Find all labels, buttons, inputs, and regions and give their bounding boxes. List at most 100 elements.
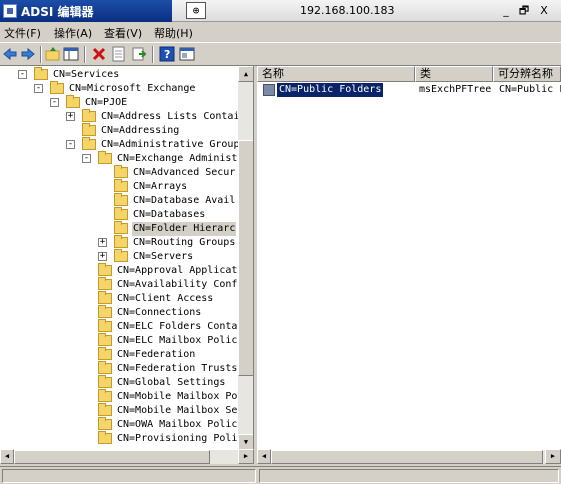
tree-horizontal-scrollbar[interactable]: ◀ ▶ xyxy=(0,449,254,464)
tree-item[interactable]: CN=Federation xyxy=(0,347,238,362)
expand-icon[interactable]: + xyxy=(98,238,107,247)
tree-item-label: CN=Arrays xyxy=(133,181,188,192)
list-horizontal-scrollbar[interactable]: ◀ ▶ xyxy=(257,449,561,464)
show-tree-icon[interactable] xyxy=(63,46,79,62)
tree-item[interactable]: CN=Global Settings xyxy=(0,375,238,390)
tree-item[interactable]: CN=Federation Trusts xyxy=(0,361,238,376)
expand-icon[interactable]: + xyxy=(66,112,75,121)
up-folder-icon[interactable] xyxy=(45,46,61,62)
folder-icon xyxy=(82,137,96,150)
delete-icon[interactable] xyxy=(91,46,107,62)
status-cell xyxy=(259,469,559,483)
remote-host-address: 192.168.100.183 xyxy=(300,4,395,17)
minimize-button[interactable]: _ xyxy=(497,3,515,18)
close-button[interactable]: X xyxy=(535,3,553,18)
column-header-dn[interactable]: 可分辨名称 xyxy=(493,66,561,82)
scroll-thumb[interactable] xyxy=(238,140,253,376)
tree-item[interactable]: CN=ELC Folders Containe xyxy=(0,319,253,334)
collapse-icon[interactable]: - xyxy=(18,70,27,79)
collapse-icon[interactable]: - xyxy=(50,98,59,107)
folder-icon xyxy=(114,207,128,220)
list-item-name: CN=Public Folders xyxy=(277,83,384,97)
scroll-up-arrow[interactable]: ▲ xyxy=(238,66,253,82)
svg-text:?: ? xyxy=(164,48,170,61)
tree-item[interactable]: CN=Connections xyxy=(0,305,238,320)
export-icon[interactable] xyxy=(131,46,147,62)
scroll-right-arrow[interactable]: ▶ xyxy=(545,449,561,464)
tree-item-label: CN=Servers xyxy=(133,251,194,262)
forward-icon[interactable] xyxy=(20,46,36,62)
folder-icon xyxy=(114,179,128,192)
result-list[interactable]: 名称 类 可分辨名称 CN=Public Folders msExchPFTre… xyxy=(257,66,561,450)
folder-icon xyxy=(98,375,112,388)
toolbar-separator xyxy=(84,46,86,63)
tree-item[interactable]: - CN=Exchange Administ xyxy=(0,151,238,166)
tree-item[interactable]: CN=Approval Application xyxy=(0,263,253,278)
expand-icon[interactable]: + xyxy=(98,252,107,261)
console-tree[interactable]: CN=Provisioning Policy C CN=OWA Mailbox P… xyxy=(0,66,254,450)
folder-icon xyxy=(98,263,112,276)
tree-vertical-scrollbar[interactable]: ▲ ▼ xyxy=(238,66,253,450)
folder-icon xyxy=(98,431,112,444)
scroll-right-arrow[interactable]: ▶ xyxy=(238,449,254,464)
tree-item[interactable]: CN=Availability Configu xyxy=(0,277,253,292)
app-title-tab[interactable]: ADSI 编辑器 xyxy=(0,0,172,22)
scroll-thumb[interactable] xyxy=(271,450,543,464)
tree-item[interactable]: CN=ELC Mailbox Policies xyxy=(0,333,253,348)
status-bar xyxy=(0,466,561,484)
menu-bar: 文件(F) 操作(A) 查看(V) 帮助(H) xyxy=(0,22,561,42)
menu-view[interactable]: 查看(V) xyxy=(104,25,142,41)
pin-icon[interactable]: ⊕ xyxy=(186,2,206,19)
status-cell xyxy=(2,469,256,483)
collapse-icon[interactable]: - xyxy=(34,84,43,93)
tree-item[interactable]: CN=Client Access xyxy=(0,291,238,306)
help-icon[interactable]: ? xyxy=(159,46,175,62)
menu-file[interactable]: 文件(F) xyxy=(4,25,41,41)
tree-item-label: CN=Provisioning Policy C xyxy=(117,433,254,444)
console-tree-icon[interactable] xyxy=(179,46,195,62)
scroll-down-arrow[interactable]: ▼ xyxy=(238,434,253,450)
scroll-left-arrow[interactable]: ◀ xyxy=(0,449,14,464)
column-header-class[interactable]: 类 xyxy=(415,66,493,82)
toolbar-separator xyxy=(152,46,154,63)
title-bar: ADSI 编辑器 ⊕ 192.168.100.183 _ 🗗 X xyxy=(0,0,561,22)
collapse-icon[interactable]: - xyxy=(82,154,91,163)
tree-item[interactable]: CN=Folder Hierarc xyxy=(0,221,238,236)
menu-action[interactable]: 操作(A) xyxy=(54,25,92,41)
folder-icon xyxy=(114,165,128,178)
tree-item[interactable]: + CN=Address Lists Contai xyxy=(0,109,240,124)
restore-button[interactable]: 🗗 xyxy=(515,3,533,18)
menu-help[interactable]: 帮助(H) xyxy=(154,25,193,41)
toolbar: ? xyxy=(0,42,561,66)
tree-item-label: CN=Databases xyxy=(133,209,206,220)
tree-item-label: CN=Address Lists Contai xyxy=(101,111,240,122)
tree-item[interactable]: CN=Provisioning Policy C xyxy=(0,431,253,446)
tree-item-label: CN=Services xyxy=(53,69,120,80)
tree-item[interactable]: CN=Addressing xyxy=(0,123,238,138)
tree-item[interactable]: CN=Database Avail xyxy=(0,193,238,208)
tree-item-label: CN=Federation Trusts xyxy=(117,363,238,374)
collapse-icon[interactable]: - xyxy=(66,140,75,149)
tree-item[interactable]: CN=Advanced Secur xyxy=(0,165,238,180)
tree-item[interactable]: - CN=Microsoft Exchange xyxy=(0,81,238,96)
scroll-thumb[interactable] xyxy=(14,450,210,464)
tree-item[interactable]: CN=Mobile Mailbox Polic xyxy=(0,389,253,404)
tree-item[interactable]: - CN=Services xyxy=(0,67,238,82)
tree-item-label: CN=Routing Groups xyxy=(133,237,236,248)
tree-item[interactable]: CN=Mobile Mailbox Setti xyxy=(0,403,253,418)
tree-item[interactable]: CN=Arrays xyxy=(0,179,238,194)
tree-item[interactable]: CN=Databases xyxy=(0,207,238,222)
tree-item[interactable]: + CN=Servers xyxy=(0,249,238,264)
tree-item[interactable]: + CN=Routing Groups xyxy=(0,235,238,250)
tree-item-label: CN=Availability Configu xyxy=(117,279,254,290)
column-header-name[interactable]: 名称 xyxy=(257,66,415,82)
scroll-left-arrow[interactable]: ◀ xyxy=(257,449,271,464)
folder-icon xyxy=(98,361,112,374)
list-item[interactable]: CN=Public Folders msExchPFTree CN=Public… xyxy=(261,83,561,97)
tree-item[interactable]: - CN=Administrative Groups xyxy=(0,137,246,152)
tree-item-label: CN=Approval Application xyxy=(117,265,254,276)
back-icon[interactable] xyxy=(2,46,18,62)
properties-icon[interactable] xyxy=(111,46,127,62)
tree-item[interactable]: - CN=PJOE xyxy=(0,95,238,110)
tree-item[interactable]: CN=OWA Mailbox Policies xyxy=(0,417,253,432)
